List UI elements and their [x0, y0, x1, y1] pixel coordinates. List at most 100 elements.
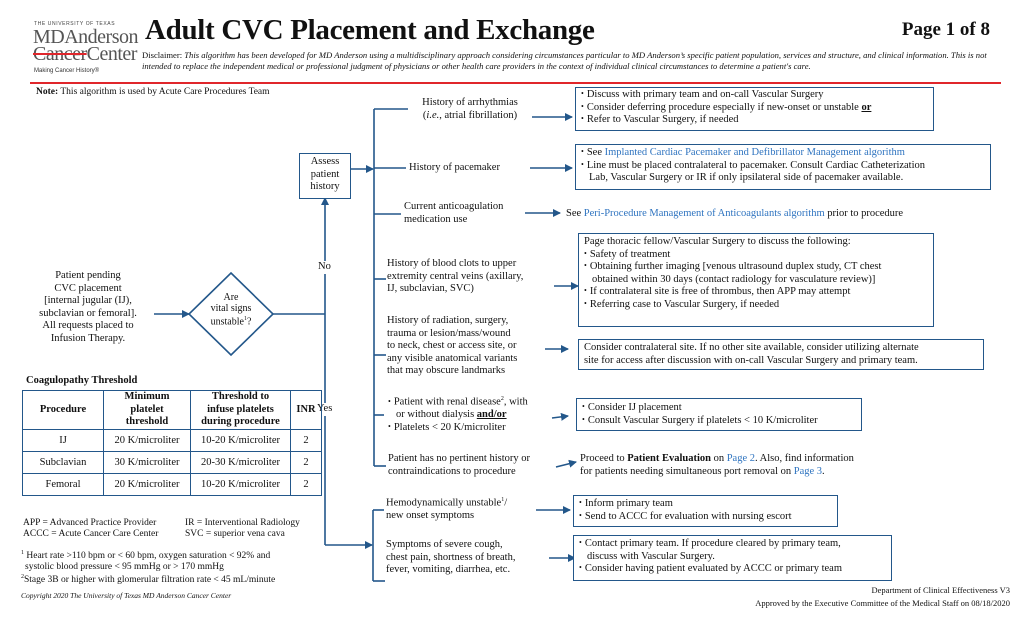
link-page-3[interactable]: Page 3 [794, 466, 822, 477]
label-line: or without dialysis and/or [388, 409, 528, 422]
cell-procedure: Subclavian [22, 450, 104, 474]
label-text: or without dialysis [396, 409, 475, 420]
start-line: Patient pending [55, 270, 121, 281]
action-item: Inform primary team [579, 498, 832, 511]
label-arrhythmias: History of arrhythmias (i.e., atrial fib… [408, 97, 532, 122]
action-box-pacemaker: See Implanted Cardiac Pacemaker and Defi… [575, 144, 991, 190]
label-text: / [504, 497, 508, 509]
label-symptoms: Symptoms of severe cough, chest pain, sh… [386, 539, 515, 577]
footnote-2: 2Stage 3B or higher with glomerular filt… [21, 572, 275, 586]
arrow-none-action [555, 459, 577, 468]
footnote-1: 1 Heart rate >110 bpm or < 60 bpm, oxyge… [21, 548, 270, 573]
decision-line: vital signs [210, 302, 252, 314]
decision-line: Are [223, 292, 239, 303]
label-hemodynamic: Hemodynamically unstable1/ new onset sym… [386, 494, 507, 523]
cell-min-platelet: 20 K/microliter [103, 428, 191, 452]
patient-evaluation-emphasis: Patient Evaluation [627, 453, 711, 464]
label-line: fever, vomiting, diarrhea, etc. [386, 564, 511, 575]
abbreviation: SVC = superior vena cava [185, 529, 285, 539]
label-line: IJ, subclavian, SVC) [387, 283, 474, 294]
arrow-renal-action [551, 412, 569, 421]
action-text: Consider deferring procedure especially … [586, 101, 859, 113]
label-line: that may obscure landmarks [387, 365, 506, 376]
label-line: Symptoms of severe cough, [386, 539, 503, 550]
header-procedure: Procedure [22, 390, 104, 430]
label-line: new onset symptoms [386, 510, 475, 521]
label-line: to neck, chest or access site, or [387, 340, 517, 351]
label-line: History of blood clots to upper [387, 258, 517, 269]
table-row: Subclavian 30 K/microliter 20-30 K/micro… [22, 450, 322, 474]
action-text: on [713, 453, 725, 464]
label-line: History of arrhythmias [422, 97, 518, 108]
action-item: Line must be placed contralateral to pac… [581, 160, 985, 173]
action-line: Consider contralateral site. If no other… [584, 342, 919, 353]
link-page-2[interactable]: Page 2 [727, 453, 755, 464]
label-renal: Patient with renal disease2, with or wit… [388, 393, 528, 434]
action-intro: Page thoracic fellow/Vascular Surgery to… [584, 236, 851, 247]
label-line: (i.e., atrial fibrillation) [422, 109, 518, 121]
coag-table-title: Coagulopathy Threshold [26, 375, 138, 386]
action-item: Contact primary team. If procedure clear… [579, 538, 886, 551]
start-line: subclavian or femoral]. [39, 307, 137, 319]
footnote-line: 1 Heart rate >110 bpm or < 60 bpm, oxyge… [21, 548, 270, 562]
action-box-blood-clots: Page thoracic fellow/Vascular Surgery to… [578, 233, 934, 327]
start-line: [internal jugular (IJ), [44, 295, 132, 306]
label-text: Patient with renal disease [393, 396, 501, 408]
header-infuse-threshold: Threshold to infuse platelets during proce… [190, 390, 291, 430]
label-line: Patient with renal disease2, with [388, 393, 528, 409]
header-text: platelet [130, 403, 164, 415]
action-box-symptoms: Contact primary team. If procedure clear… [573, 535, 892, 581]
link-anticoagulants-algorithm[interactable]: Peri-Procedure Management of Anticoagula… [584, 208, 825, 219]
assess-line: history [310, 181, 340, 192]
label-blood-clots: History of blood clots to upper extremit… [387, 258, 523, 296]
action-item: Consider having patient evaluated by ACC… [579, 563, 886, 576]
action-item: Consider IJ placement [582, 402, 856, 415]
action-text: prior to procedure [827, 208, 904, 219]
action-text: . Also, find information [755, 453, 854, 464]
action-item-cont: obtained within 30 days (contact radiolo… [592, 273, 876, 285]
label-anticoag: Current anticoagulation medication use [404, 201, 503, 226]
cell-inr: 2 [290, 428, 322, 452]
copyright: Copyright 2020 The University of Texas M… [21, 591, 232, 600]
label-radiation: History of radiation, surgery, trauma or… [387, 315, 517, 378]
cell-inr: 2 [290, 472, 322, 496]
label-line: History of radiation, surgery, [387, 315, 509, 326]
or-emphasis: or [861, 101, 872, 113]
action-text: Proceed to [580, 453, 625, 464]
abbreviation: APP = Advanced Practice Provider [23, 518, 157, 528]
decision-tail: ? [246, 316, 252, 328]
label-line: medication use [404, 213, 468, 225]
cell-infuse-threshold: 20-30 K/microliter [190, 450, 291, 474]
action-text: See [586, 147, 602, 158]
action-item-cont: Lab, Vascular Surgery or IR if only ipsi… [589, 172, 904, 183]
table-header-row: Procedure Minimum platelet threshold Thres… [22, 390, 322, 430]
header-text: during procedure [201, 416, 280, 427]
start-line: All requests placed to [42, 320, 134, 331]
header-text: Threshold to [211, 391, 270, 402]
action-item-cont: discuss with Vascular Surgery. [587, 550, 715, 562]
abbreviation: IR = Interventional Radiology [185, 518, 300, 528]
link-pacemaker-algorithm[interactable]: Implanted Cardiac Pacemaker and Defibril… [605, 147, 905, 158]
action-line: Proceed to Patient Evaluation on Page 2.… [580, 453, 854, 466]
no-label: No [317, 261, 332, 274]
and-or-emphasis: and/or [476, 409, 507, 420]
coag-threshold-table: Procedure Minimum platelet threshold Thres… [22, 390, 322, 496]
action-item: Safety of treatment [584, 249, 928, 262]
label-text: Hemodynamically unstable [386, 497, 502, 509]
header-text: threshold [125, 416, 169, 427]
header-text: Minimum [124, 391, 170, 402]
header-min-platelet: Minimum platelet threshold [103, 390, 191, 430]
label-line: extremity central veins (axillary, [387, 270, 524, 282]
label-line: Patient has no pertinent history or [388, 453, 531, 464]
label-line: chest pain, shortness of breath, [386, 551, 516, 563]
action-item: Refer to Vascular Surgery, if needed [581, 114, 928, 127]
action-item: Obtaining further imaging [venous ultras… [584, 261, 928, 274]
footnote-text: Heart rate >110 bpm or < 60 bpm, oxygen … [26, 551, 271, 562]
cell-procedure: IJ [22, 428, 104, 452]
footnote-text: Stage 3B or higher with glomerular filtr… [24, 575, 276, 586]
assess-patient-history-box: Assess patient history [299, 153, 351, 199]
action-item: Discuss with primary team and on-call Va… [581, 89, 928, 102]
assess-line: patient [310, 168, 340, 180]
label-line: Hemodynamically unstable1/ [386, 494, 507, 510]
cell-min-platelet: 30 K/microliter [103, 450, 191, 474]
